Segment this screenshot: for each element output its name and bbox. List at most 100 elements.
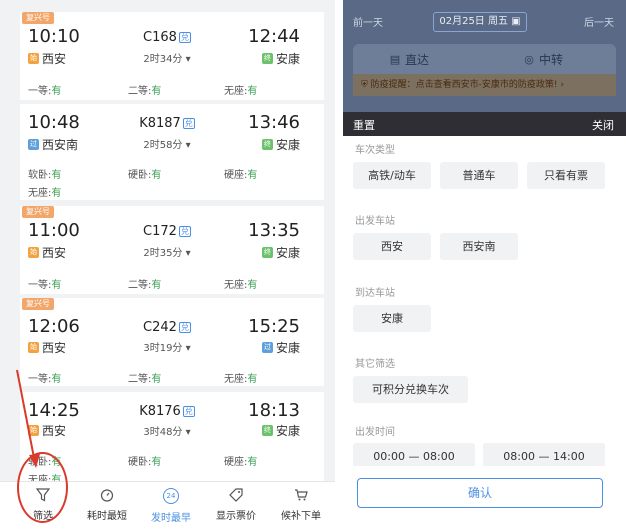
chip-train-type[interactable]: 高铁/动车 xyxy=(353,162,431,189)
train-card[interactable]: 复兴号 11:00 始 西安 C172 兑 2时35分 ▾ 13:35 终 安康 … xyxy=(20,206,324,294)
points-redeem-icon: 兑 xyxy=(178,32,191,43)
cart-icon xyxy=(295,489,308,501)
train-number: K8176 兑 xyxy=(139,404,195,419)
chevron-down-icon: ▾ xyxy=(185,54,191,65)
arrival-station: 终 安康 xyxy=(261,246,300,260)
departure-station: 过 西安南 xyxy=(28,138,79,152)
fuxing-badge: 复兴号 xyxy=(22,298,54,310)
chip-train-type[interactable]: 只看有票 xyxy=(527,162,605,189)
seat-availability: 无座:有 xyxy=(28,188,62,199)
date-picker[interactable]: 02月25日 周五 ▣ xyxy=(433,12,527,32)
mode-tabs: ▤ 直达 ◎ 中转 xyxy=(353,44,616,74)
section-label-other: 其它筛选 xyxy=(355,359,395,370)
train-number: C242 兑 xyxy=(143,320,191,335)
trip-duration: 2时35分 ▾ xyxy=(143,248,191,259)
seat-availability: 一等:有 xyxy=(28,280,62,291)
arrival-time: 13:46 xyxy=(248,112,300,133)
arrival-time: 18:13 xyxy=(248,400,300,421)
departure-time: 12:06 xyxy=(28,316,80,337)
departure-time: 11:00 xyxy=(28,220,80,241)
chip-points-redeem[interactable]: 可积分兑换车次 xyxy=(353,376,468,403)
train-card[interactable]: 10:48 过 西安南 K8187 兑 2时58分 ▾ 13:46 终 安康 软卧… xyxy=(20,104,324,200)
chevron-right-icon: › xyxy=(560,80,564,90)
pass-station-icon: 过 xyxy=(261,342,273,353)
fuxing-badge: 复兴号 xyxy=(22,206,54,218)
chip-train-type[interactable]: 普通车 xyxy=(440,162,518,189)
pass-station-icon: 过 xyxy=(28,139,39,150)
screenshot-root: 复兴号 10:10 始 西安 C168 兑 2时34分 ▾ 12:44 终 安康 … xyxy=(0,0,626,532)
section-label-departure-time: 出发时间 xyxy=(355,427,395,438)
points-redeem-icon: 兑 xyxy=(182,118,195,129)
filter-panel: 前一天 02月25日 周五 ▣ 后一天 ▤ 直达 ◎ 中转 ⛨ 防疫提醒：点击查看西… xyxy=(343,0,626,532)
points-redeem-icon: 兑 xyxy=(182,406,195,417)
section-label-train-type: 车次类型 xyxy=(355,145,395,156)
stopwatch-icon xyxy=(100,489,114,502)
train-card[interactable]: 14:25 始 西安 K8176 兑 3时48分 ▾ 18:13 终 安康 软卧:… xyxy=(20,392,324,486)
chip-arrival-station[interactable]: 安康 xyxy=(353,305,431,332)
seat-availability: 无座:有 xyxy=(224,280,258,291)
chevron-down-icon: ▾ xyxy=(185,427,191,438)
arrival-station: 过 安康 xyxy=(261,341,300,355)
departure-time: 10:48 xyxy=(28,112,80,133)
seat-availability: 软卧:有 xyxy=(28,170,62,181)
seat-availability: 硬座:有 xyxy=(224,170,258,181)
chip-departure-station[interactable]: 西安 xyxy=(353,233,431,260)
tab-shortest[interactable]: 耗时最短 xyxy=(74,488,140,523)
end-station-icon: 终 xyxy=(261,425,273,436)
arrival-station: 终 安康 xyxy=(261,138,300,152)
departure-station: 始 西安 xyxy=(28,341,67,355)
train-card[interactable]: 复兴号 12:06 始 西安 C242 兑 3时19分 ▾ 15:25 过 安康 … xyxy=(20,298,324,386)
confirm-button[interactable]: 确认 xyxy=(357,478,603,508)
seat-availability: 硬卧:有 xyxy=(128,170,162,181)
departure-station: 始 西安 xyxy=(28,246,67,260)
trip-duration: 3时48分 ▾ xyxy=(143,427,191,438)
seat-availability: 一等:有 xyxy=(28,374,62,385)
train-number: K8187 兑 xyxy=(139,116,195,131)
train-number: C168 兑 xyxy=(143,30,191,45)
seat-availability: 无座:有 xyxy=(224,86,258,97)
train-icon: ▤ xyxy=(389,52,401,66)
chevron-down-icon: ▾ xyxy=(185,140,191,151)
prev-day-button[interactable]: 前一天 xyxy=(353,14,383,29)
end-station-icon: 终 xyxy=(261,247,273,258)
chip-departure-station[interactable]: 西安南 xyxy=(440,233,518,260)
filter-header: 重置 关闭 xyxy=(343,112,626,136)
confirm-bar: 确认 xyxy=(343,466,626,532)
tab-show-price[interactable]: 显示票价 xyxy=(203,488,269,523)
dimmed-header: 前一天 02月25日 周五 ▣ 后一天 ▤ 直达 ◎ 中转 ⛨ 防疫提醒：点击查看西… xyxy=(343,0,626,112)
seat-availability: 硬座:有 xyxy=(224,457,258,468)
start-station-icon: 始 xyxy=(28,53,39,64)
train-number: C172 兑 xyxy=(143,224,191,239)
calendar-icon: ▣ xyxy=(511,16,521,27)
seat-availability: 硬卧:有 xyxy=(128,457,162,468)
trip-duration: 3时19分 ▾ xyxy=(143,343,191,354)
train-card[interactable]: 复兴号 10:10 始 西安 C168 兑 2时34分 ▾ 12:44 终 安康 … xyxy=(20,12,324,100)
close-button[interactable]: 关闭 xyxy=(592,117,614,133)
seat-availability: 二等:有 xyxy=(128,86,162,97)
next-day-button[interactable]: 后一天 xyxy=(584,14,614,29)
departure-station: 始 西安 xyxy=(28,424,67,438)
departure-station: 始 西安 xyxy=(28,52,67,66)
tab-earliest[interactable]: 24 发时最早 xyxy=(138,488,204,525)
tab-direct[interactable]: ▤ 直达 xyxy=(389,51,429,68)
section-label-departure-station: 出发车站 xyxy=(355,216,395,227)
annotation-circle xyxy=(17,452,68,523)
clock-24-icon: 24 xyxy=(163,488,179,504)
end-station-icon: 终 xyxy=(261,139,273,150)
shield-icon: ⛨ xyxy=(361,80,368,90)
trip-duration: 2时34分 ▾ xyxy=(143,54,191,65)
seat-availability: 二等:有 xyxy=(128,374,162,385)
arrival-time: 13:35 xyxy=(248,220,300,241)
tab-transfer[interactable]: ◎ 中转 xyxy=(523,51,563,68)
reset-button[interactable]: 重置 xyxy=(353,117,375,133)
arrival-time: 15:25 xyxy=(248,316,300,337)
tab-waitlist[interactable]: 候补下单 xyxy=(268,488,334,523)
seat-availability: 无座:有 xyxy=(224,374,258,385)
start-station-icon: 始 xyxy=(28,342,39,353)
date-bar: 前一天 02月25日 周五 ▣ 后一天 xyxy=(343,10,626,34)
trip-duration: 2时58分 ▾ xyxy=(143,140,191,151)
fuxing-badge: 复兴号 xyxy=(22,12,54,24)
chevron-down-icon: ▾ xyxy=(185,343,191,354)
arrival-station: 终 安康 xyxy=(261,52,300,66)
epidemic-notice[interactable]: ⛨ 防疫提醒：点击查看西安市-安康市的防疫政策! › xyxy=(353,74,616,96)
